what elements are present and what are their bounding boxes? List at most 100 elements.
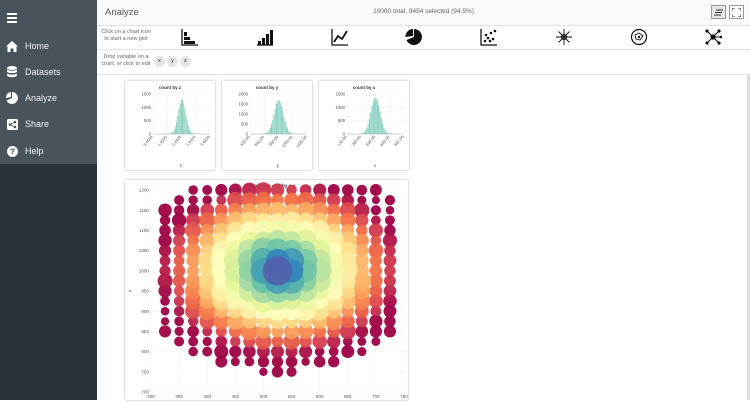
histogram-bar[interactable] bbox=[182, 100, 183, 134]
histogram-bar[interactable] bbox=[379, 111, 380, 134]
histogram-bar[interactable] bbox=[174, 130, 175, 134]
bubble-mark[interactable] bbox=[286, 367, 296, 377]
histogram-bar[interactable] bbox=[365, 131, 366, 134]
bubble-mark[interactable] bbox=[286, 356, 298, 368]
histogram-panel-y[interactable]: count by y0500100015002000525.00662.0095… bbox=[222, 81, 312, 170]
histogram-bar[interactable] bbox=[187, 121, 188, 134]
histogram-bar[interactable] bbox=[271, 124, 272, 134]
histogram-bar[interactable] bbox=[189, 129, 190, 134]
sidebar-item-help[interactable]: ? Help bbox=[0, 140, 97, 162]
histogram-bar[interactable] bbox=[183, 103, 184, 134]
histogram-bar[interactable] bbox=[376, 98, 377, 134]
line-chart-icon[interactable] bbox=[331, 28, 349, 46]
bubble-mark[interactable] bbox=[328, 356, 339, 367]
bubble-mark[interactable] bbox=[229, 346, 241, 358]
sidebar-item-analyze[interactable]: Analyze bbox=[0, 87, 97, 109]
bubble-mark[interactable] bbox=[372, 196, 380, 204]
sidebar-item-home[interactable]: Home bbox=[0, 35, 97, 57]
bubble-mark[interactable] bbox=[187, 265, 199, 277]
bubble-mark[interactable] bbox=[188, 185, 198, 195]
bubble-mark[interactable] bbox=[371, 205, 381, 215]
bubble-mark[interactable] bbox=[369, 315, 382, 328]
bubble-mark[interactable] bbox=[386, 206, 395, 215]
bubble-mark[interactable] bbox=[384, 265, 395, 276]
bubble-mark[interactable] bbox=[370, 184, 382, 196]
bubble-mark[interactable] bbox=[371, 337, 380, 346]
network-cluster-icon[interactable] bbox=[630, 28, 648, 46]
histogram-bar[interactable] bbox=[269, 130, 270, 134]
scatter-chart-icon[interactable] bbox=[480, 28, 498, 46]
bubble-mark[interactable] bbox=[216, 195, 226, 205]
bubble-mark[interactable] bbox=[174, 286, 185, 297]
bubble-mark[interactable] bbox=[357, 347, 366, 356]
bar-chart-icon[interactable] bbox=[256, 28, 274, 46]
variable-pill-y[interactable]: y bbox=[167, 56, 178, 67]
histogram-bar[interactable] bbox=[270, 127, 271, 134]
histogram-bar[interactable] bbox=[280, 102, 281, 134]
histogram-bar[interactable] bbox=[274, 114, 275, 134]
histogram-bar[interactable] bbox=[364, 132, 365, 134]
histogram-bar[interactable] bbox=[177, 116, 178, 134]
bubble-mark[interactable] bbox=[202, 185, 212, 195]
bubble-mark[interactable] bbox=[215, 184, 227, 196]
bubble-mark[interactable] bbox=[341, 345, 354, 358]
histogram-bar[interactable] bbox=[368, 124, 369, 134]
histogram-icon[interactable] bbox=[181, 28, 199, 46]
bubble-mark[interactable] bbox=[263, 256, 292, 285]
histogram-bar[interactable] bbox=[369, 119, 370, 134]
bubble-mark[interactable] bbox=[173, 265, 185, 277]
histogram-bar[interactable] bbox=[281, 106, 282, 134]
bubble-mark[interactable] bbox=[357, 337, 366, 346]
histogram-bar[interactable] bbox=[282, 111, 283, 134]
bubble-mark[interactable] bbox=[159, 325, 171, 337]
histogram-bar[interactable] bbox=[287, 129, 288, 134]
bubble-mark[interactable] bbox=[188, 337, 198, 347]
bubble-mark[interactable] bbox=[158, 203, 171, 216]
bubble-mark[interactable] bbox=[160, 296, 170, 306]
bubble-mark[interactable] bbox=[215, 336, 227, 348]
bubble-mark[interactable] bbox=[160, 215, 170, 225]
bubble-mark[interactable] bbox=[230, 336, 240, 346]
histogram-bar[interactable] bbox=[272, 120, 273, 134]
histogram-bar[interactable] bbox=[373, 101, 374, 134]
bubble-mark[interactable] bbox=[370, 265, 382, 277]
histogram-bar[interactable] bbox=[279, 100, 280, 134]
histogram-bar[interactable] bbox=[285, 121, 286, 134]
bubble-mark[interactable] bbox=[314, 356, 326, 368]
histogram-bar[interactable] bbox=[179, 109, 180, 134]
histogram-bar[interactable] bbox=[383, 128, 384, 134]
histogram-bar[interactable] bbox=[374, 98, 375, 134]
bubble-mark[interactable] bbox=[175, 327, 184, 336]
network-graph-icon[interactable] bbox=[704, 28, 722, 46]
histogram-bar[interactable] bbox=[372, 106, 373, 134]
histogram-bar[interactable] bbox=[385, 130, 386, 134]
bubble-mark[interactable] bbox=[174, 336, 184, 346]
layout-button[interactable] bbox=[711, 5, 726, 19]
bubble-mark[interactable] bbox=[188, 195, 197, 204]
sidebar-item-share[interactable]: Share bbox=[0, 113, 97, 135]
histogram-bar[interactable] bbox=[378, 105, 379, 134]
bubble-mark[interactable] bbox=[202, 347, 212, 357]
radial-chart-icon[interactable] bbox=[555, 28, 573, 46]
bubble-mark[interactable] bbox=[301, 358, 309, 366]
histogram-bar[interactable] bbox=[175, 127, 176, 134]
pie-chart-icon[interactable] bbox=[405, 28, 423, 46]
histogram-bar[interactable] bbox=[286, 125, 287, 134]
bubble-mark[interactable] bbox=[385, 215, 395, 225]
histogram-bar[interactable] bbox=[188, 126, 189, 134]
bubble-mark[interactable] bbox=[187, 326, 199, 338]
histogram-bar[interactable] bbox=[370, 112, 371, 134]
histogram-panel-z[interactable]: count by z050010001500-3.4608-1.93200.49… bbox=[125, 81, 215, 170]
menu-icon[interactable] bbox=[7, 13, 17, 22]
bubble-mark[interactable] bbox=[384, 325, 396, 337]
histogram-bar[interactable] bbox=[382, 123, 383, 134]
bubble-mark[interactable] bbox=[231, 357, 240, 366]
histogram-bar[interactable] bbox=[386, 132, 387, 134]
bubble-chart-panel[interactable]: avg of zavg of z by x yy7007508008509009… bbox=[125, 180, 408, 400]
bubble-mark[interactable] bbox=[259, 368, 267, 376]
bubble-mark[interactable] bbox=[174, 296, 185, 307]
variable-pill-x[interactable]: x bbox=[154, 56, 165, 67]
bubble-mark[interactable] bbox=[272, 366, 283, 377]
bubble-mark[interactable] bbox=[384, 275, 396, 287]
bubble-mark[interactable] bbox=[188, 347, 198, 357]
